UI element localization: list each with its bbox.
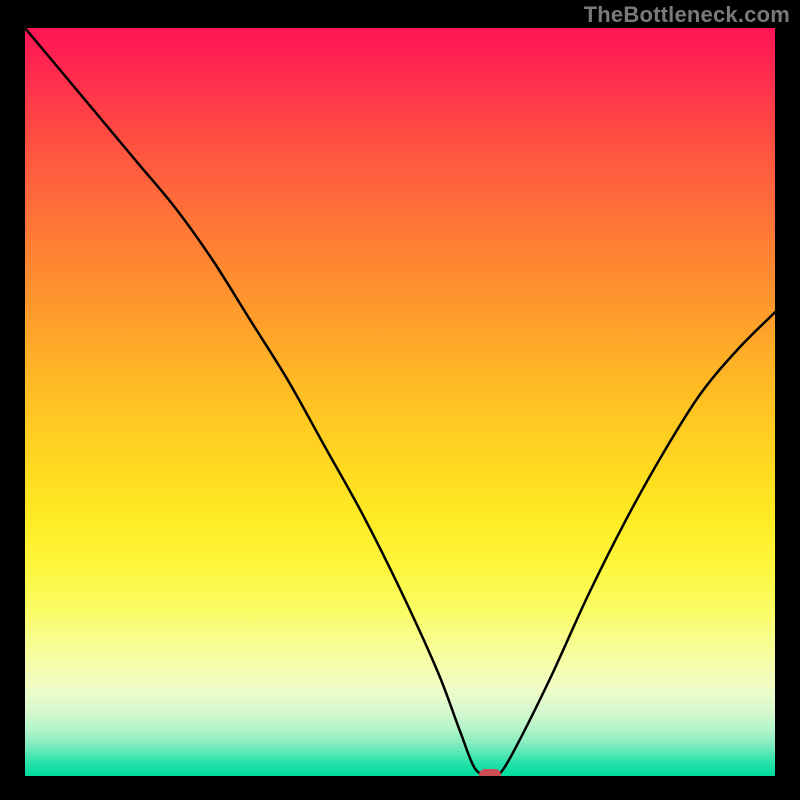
plot-area (25, 28, 775, 776)
watermark-text: TheBottleneck.com (584, 2, 790, 28)
bottleneck-curve (25, 28, 775, 776)
curve-svg (25, 28, 775, 776)
chart-frame: TheBottleneck.com (0, 0, 800, 800)
optimal-marker (479, 769, 501, 776)
